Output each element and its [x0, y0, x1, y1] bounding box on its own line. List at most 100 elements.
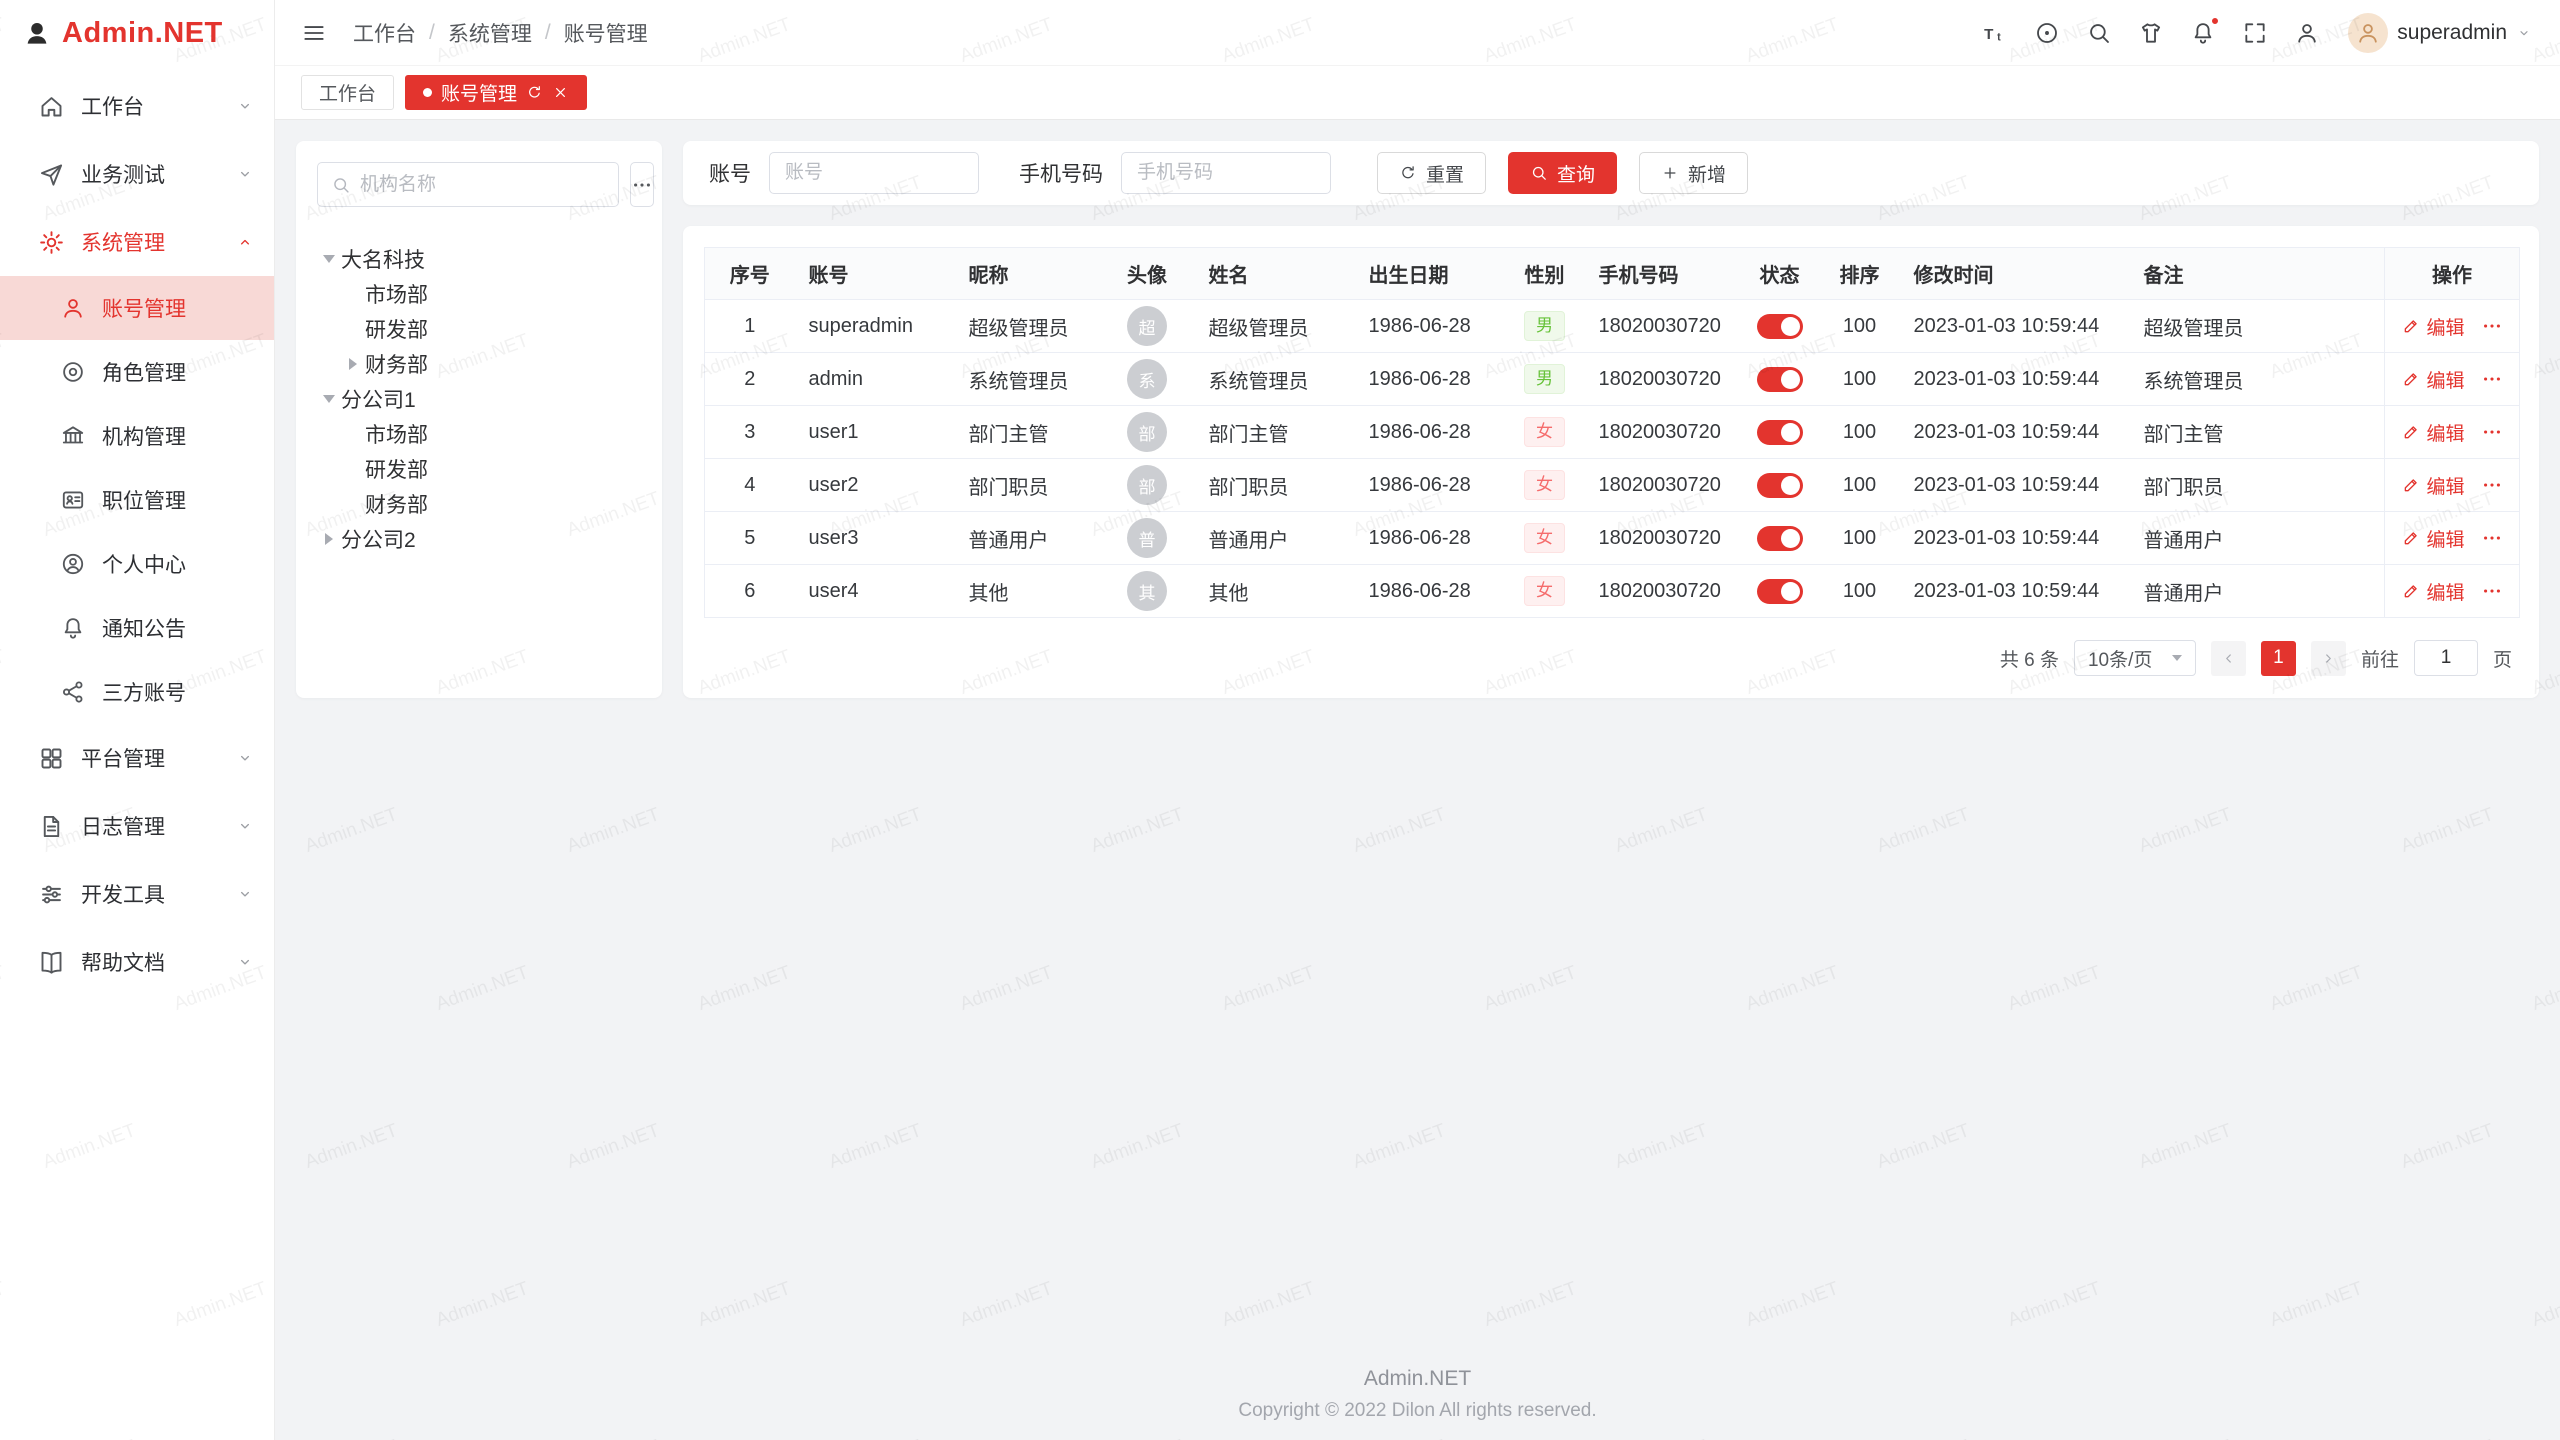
- cell-account: superadmin: [795, 300, 955, 353]
- breadcrumb-item[interactable]: 工作台: [353, 18, 416, 48]
- breadcrumb-item[interactable]: 账号管理: [564, 18, 648, 48]
- sidebar-item-third-party-account[interactable]: 三方账号: [0, 660, 274, 724]
- cell-phone: 18020030720: [1585, 459, 1740, 512]
- sidebar-item-business-test[interactable]: 业务测试: [0, 140, 274, 208]
- sidebar-item-workbench[interactable]: 工作台: [0, 72, 274, 140]
- sidebar-toggle-button[interactable]: [301, 20, 327, 46]
- theme-icon[interactable]: [2138, 20, 2164, 46]
- cell-phone: 18020030720: [1585, 300, 1740, 353]
- cell-modified: 2023-01-03 10:59:44: [1900, 512, 2130, 565]
- row-more-button[interactable]: [2481, 474, 2503, 496]
- app-logo[interactable]: Admin.NET: [0, 0, 274, 66]
- sidebar-item-org-management[interactable]: 机构管理: [0, 404, 274, 468]
- cell-name: 其他: [1195, 565, 1355, 618]
- cell-remark: 普通用户: [2130, 512, 2385, 565]
- tabs-bar: 工作台账号管理: [275, 66, 2560, 120]
- chevron-right-icon: [2320, 650, 2337, 667]
- sidebar-item-role-management[interactable]: 角色管理: [0, 340, 274, 404]
- close-icon[interactable]: [552, 84, 569, 101]
- tree-expand-caret-icon[interactable]: [317, 395, 341, 403]
- user-icon[interactable]: [2294, 20, 2320, 46]
- tree-node[interactable]: 大名科技: [317, 241, 641, 276]
- send-icon: [38, 161, 65, 188]
- sidebar-item-position-management[interactable]: 职位管理: [0, 468, 274, 532]
- tree-node[interactable]: 财务部: [317, 486, 641, 521]
- reset-button[interactable]: 重置: [1377, 152, 1486, 194]
- refresh-icon[interactable]: [526, 84, 543, 101]
- circle-dot-icon[interactable]: [2034, 20, 2060, 46]
- tree-node[interactable]: 分公司2: [317, 521, 641, 556]
- tree-node[interactable]: 研发部: [317, 451, 641, 486]
- row-avatar: 其: [1127, 571, 1167, 611]
- phone-input[interactable]: [1121, 152, 1331, 194]
- tree-node[interactable]: 市场部: [317, 276, 641, 311]
- status-toggle[interactable]: [1757, 367, 1803, 392]
- row-more-button[interactable]: [2481, 580, 2503, 602]
- row-more-button[interactable]: [2481, 368, 2503, 390]
- goto-page-input[interactable]: [2414, 640, 2478, 676]
- current-page-button[interactable]: 1: [2261, 641, 2296, 676]
- edit-button[interactable]: 编辑: [2401, 366, 2464, 393]
- status-toggle[interactable]: [1757, 473, 1803, 498]
- sidebar-item-platform-management[interactable]: 平台管理: [0, 724, 274, 792]
- tree-node-label: 市场部: [365, 419, 428, 449]
- tree-node[interactable]: 分公司1: [317, 381, 641, 416]
- edit-button[interactable]: 编辑: [2401, 419, 2464, 446]
- cell-account: user1: [795, 406, 955, 459]
- cell-account: user3: [795, 512, 955, 565]
- cell-phone: 18020030720: [1585, 512, 1740, 565]
- tree-expand-caret-icon[interactable]: [317, 533, 341, 545]
- cell-modified: 2023-01-03 10:59:44: [1900, 459, 2130, 512]
- row-more-button[interactable]: [2481, 315, 2503, 337]
- sidebar-item-log-management[interactable]: 日志管理: [0, 792, 274, 860]
- cell-remark: 部门职员: [2130, 459, 2385, 512]
- page-size-value: 10条/页: [2088, 645, 2152, 672]
- org-more-button[interactable]: [630, 162, 654, 207]
- tree-node[interactable]: 研发部: [317, 311, 641, 346]
- bell-icon[interactable]: [2190, 20, 2216, 46]
- status-toggle[interactable]: [1757, 314, 1803, 339]
- org-search-field[interactable]: [317, 162, 619, 207]
- sidebar-item-personal-center[interactable]: 个人中心: [0, 532, 274, 596]
- search-icon[interactable]: [2086, 20, 2112, 46]
- sidebar-item-dev-tools[interactable]: 开发工具: [0, 860, 274, 928]
- account-input[interactable]: [769, 152, 979, 194]
- tab-account-management[interactable]: 账号管理: [405, 75, 587, 110]
- table-row: 3user1部门主管部部门主管1986-06-28女18020030720100…: [705, 406, 2520, 459]
- edit-button[interactable]: 编辑: [2401, 313, 2464, 340]
- org-search-input[interactable]: [360, 174, 605, 196]
- sidebar-menu: 工作台业务测试系统管理账号管理角色管理机构管理职位管理个人中心通知公告三方账号平…: [0, 66, 274, 1440]
- tab-workbench[interactable]: 工作台: [301, 75, 394, 110]
- row-more-button[interactable]: [2481, 527, 2503, 549]
- edit-icon: [2401, 423, 2420, 442]
- search-button[interactable]: 查询: [1508, 152, 1617, 194]
- status-toggle[interactable]: [1757, 420, 1803, 445]
- tree-node[interactable]: 财务部: [317, 346, 641, 381]
- breadcrumb-item[interactable]: 系统管理: [448, 18, 532, 48]
- sidebar-item-system-management[interactable]: 系统管理: [0, 208, 274, 276]
- sidebar-item-help-docs[interactable]: 帮助文档: [0, 928, 274, 996]
- status-toggle[interactable]: [1757, 526, 1803, 551]
- edit-button[interactable]: 编辑: [2401, 472, 2464, 499]
- sidebar-item-account-management[interactable]: 账号管理: [0, 276, 274, 340]
- ellipsis-icon: [631, 174, 653, 196]
- tree-node-label: 市场部: [365, 279, 428, 309]
- tree-node[interactable]: 市场部: [317, 416, 641, 451]
- add-button[interactable]: 新增: [1639, 152, 1748, 194]
- font-size-icon[interactable]: Tt: [1982, 20, 2008, 46]
- chevron-down-icon: [236, 953, 254, 971]
- tree-expand-caret-icon[interactable]: [317, 255, 341, 263]
- tree-node-label: 大名科技: [341, 244, 425, 274]
- user-menu[interactable]: superadmin: [2348, 13, 2532, 53]
- edit-button[interactable]: 编辑: [2401, 578, 2464, 605]
- prev-page-button[interactable]: [2211, 641, 2246, 676]
- status-toggle[interactable]: [1757, 579, 1803, 604]
- page-size-select[interactable]: 10条/页: [2074, 640, 2196, 676]
- next-page-button[interactable]: [2311, 641, 2346, 676]
- row-more-button[interactable]: [2481, 421, 2503, 443]
- edit-button[interactable]: 编辑: [2401, 525, 2464, 552]
- fullscreen-icon[interactable]: [2242, 20, 2268, 46]
- tree-expand-caret-icon[interactable]: [341, 358, 365, 370]
- sidebar-item-notice-announcement[interactable]: 通知公告: [0, 596, 274, 660]
- column-header-account: 账号: [795, 248, 955, 300]
